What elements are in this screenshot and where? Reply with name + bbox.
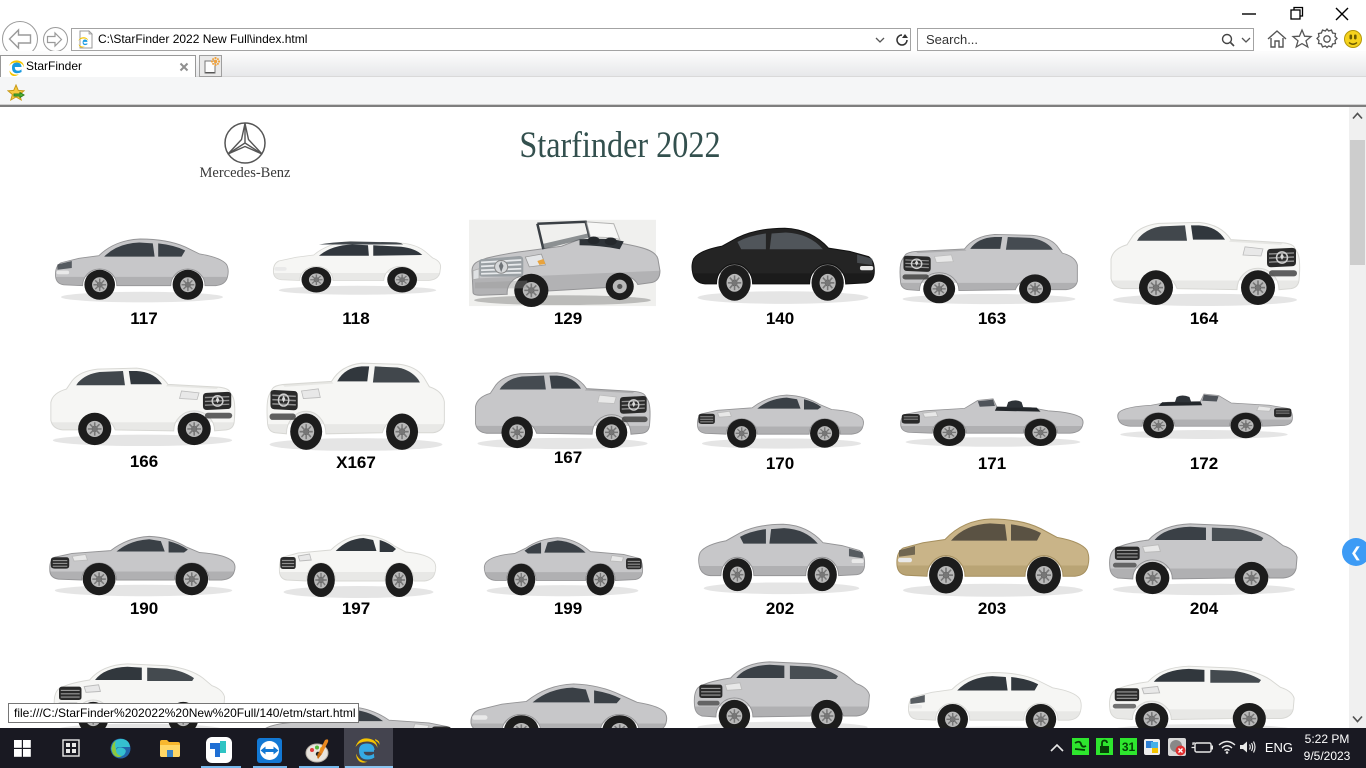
svg-text:Mercedes-Benz: Mercedes-Benz	[200, 165, 292, 181]
svg-text:31: 31	[1122, 740, 1136, 754]
